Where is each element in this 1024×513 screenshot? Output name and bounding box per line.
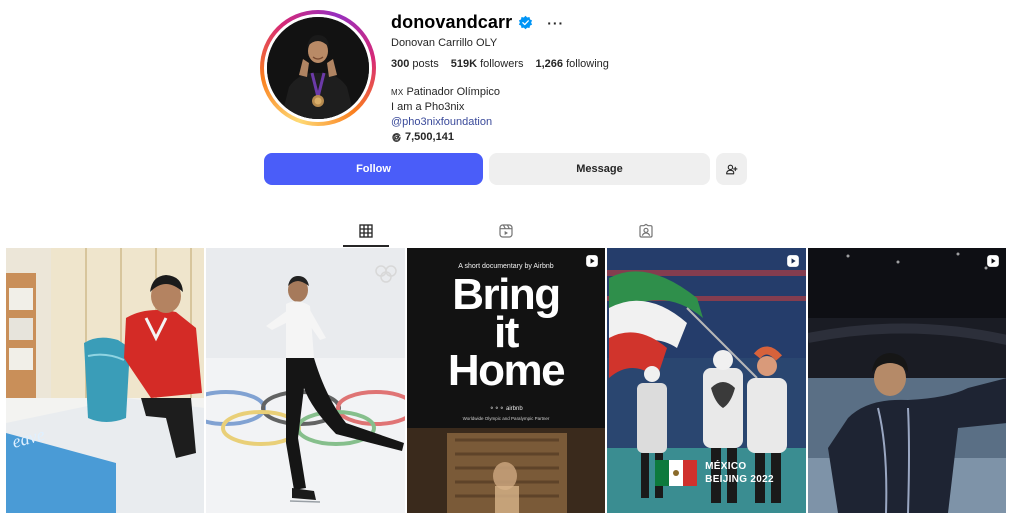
profile-bio: MX Patinador Olímpico I am a Pho3nix @ph… <box>391 85 500 145</box>
username-row: donovandcarr ··· <box>391 12 564 33</box>
reel-icon <box>987 255 999 267</box>
post-image <box>807 248 1006 513</box>
olympic-rings-icon: ⚬⚬⚬ <box>489 406 505 412</box>
post-caption: MÉXICO BEIJING 2022 <box>705 460 774 486</box>
following-count[interactable]: 1,266 following <box>535 58 608 70</box>
suggested-accounts-button[interactable] <box>716 153 747 185</box>
post-tile[interactable]: MÉXICO BEIJING 2022 <box>607 248 806 513</box>
bio-text: Patinador Olímpico <box>406 86 501 98</box>
post-tile[interactable]: eave <box>6 248 205 513</box>
tab-tagged[interactable] <box>623 215 668 247</box>
profile-stats: 300 posts 519K followers 1,266 following <box>391 58 609 70</box>
username: donovandcarr <box>391 12 513 32</box>
stat-value: 519K <box>450 58 478 70</box>
profile-avatar-ring[interactable] <box>260 10 376 126</box>
post-image <box>206 248 405 513</box>
verified-badge-icon <box>519 15 533 30</box>
stat-label: following <box>566 58 609 70</box>
bio-line-1: MX Patinador Olímpico <box>391 85 500 100</box>
active-tab-indicator <box>343 245 389 247</box>
threads-count: 7,500,141 <box>405 131 454 143</box>
grid-icon <box>358 224 373 238</box>
avatar-gap <box>264 14 372 122</box>
tab-posts[interactable] <box>343 215 388 247</box>
message-button[interactable]: Message <box>489 153 710 185</box>
tab-reels[interactable] <box>483 215 528 247</box>
profile-tabs <box>0 215 1024 247</box>
threads-link[interactable]: 7,500,141 <box>391 130 500 145</box>
post-tile[interactable] <box>206 248 405 513</box>
post-tile[interactable]: A short documentary by Airbnb Bring it H… <box>406 248 606 513</box>
partner-text: Worldwide Olympic and Paralympic Partner <box>462 416 550 421</box>
stat-value: 1,266 <box>535 58 564 70</box>
stat-label: followers <box>480 58 524 70</box>
title-line: Home <box>447 346 566 395</box>
tagged-icon <box>638 223 653 238</box>
reels-icon <box>498 224 513 238</box>
bio-line-2: I am a Pho3nix <box>391 101 465 113</box>
avatar[interactable] <box>267 17 369 119</box>
post-tile[interactable] <box>807 248 1006 513</box>
more-horizontal-icon[interactable]: ··· <box>547 15 564 31</box>
posts-grid: eave A short documentary by Airbnb Bring… <box>6 248 1006 513</box>
post-title: Bring it Home <box>407 273 605 395</box>
follow-button[interactable]: Follow <box>264 153 483 185</box>
sponsor-name: airbnb <box>506 406 523 412</box>
sponsor-logos: ⚬⚬⚬ airbnb <box>407 405 605 412</box>
bio-mention-link[interactable]: @pho3nixfoundation <box>391 115 500 130</box>
avatar-image <box>267 17 369 119</box>
full-name: Donovan Carrillo OLY <box>391 37 498 49</box>
threads-icon <box>392 133 401 142</box>
stat-value: 300 <box>391 58 410 70</box>
flag-code: MX <box>391 88 404 97</box>
posts-count: 300 posts <box>391 58 439 70</box>
post-image: eave <box>6 248 205 513</box>
stat-label: posts <box>412 58 439 70</box>
caption-line: BEIJING 2022 <box>705 474 774 485</box>
followers-count[interactable]: 519K followers <box>451 58 524 70</box>
post-subtitle: A short documentary by Airbnb <box>458 263 554 270</box>
caption-line: MÉXICO <box>705 461 747 472</box>
reel-icon <box>786 255 799 267</box>
add-person-icon <box>726 164 738 174</box>
